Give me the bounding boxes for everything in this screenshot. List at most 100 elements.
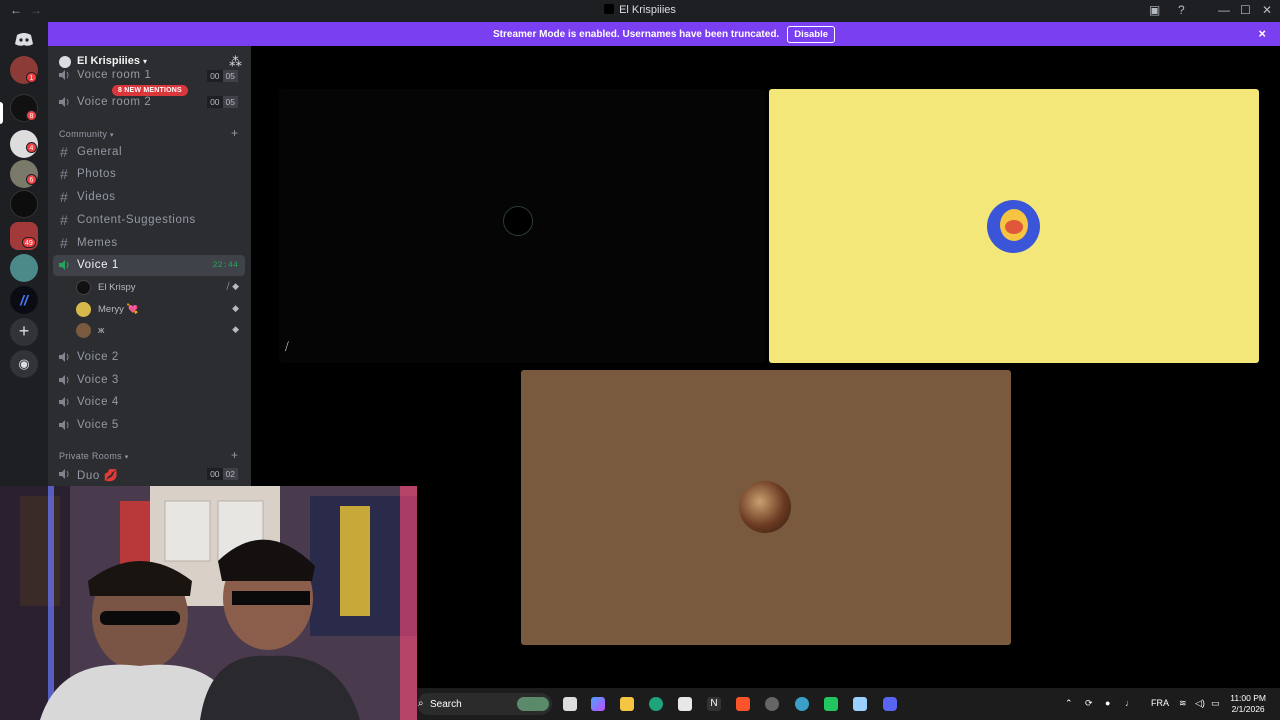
speaker-icon	[59, 397, 69, 407]
store-icon[interactable]	[678, 697, 692, 711]
battery-icon[interactable]: ▭	[1211, 698, 1220, 709]
text-channel[interactable]: # General	[53, 142, 245, 163]
speaker-icon	[59, 352, 69, 362]
category-private-rooms[interactable]: Private Rooms ▾ +	[59, 448, 238, 462]
new-mentions-pill[interactable]: 8 NEW MENTIONS	[112, 85, 188, 96]
server-mini-icon	[604, 4, 615, 14]
minimize-icon[interactable]: —	[1218, 3, 1230, 17]
wifi-icon[interactable]: ≋	[1179, 698, 1187, 709]
task-view-icon[interactable]	[563, 697, 577, 711]
streamer-mode-banner: Streamer Mode is enabled. Usernames have…	[48, 22, 1280, 46]
server-icon-7[interactable]	[10, 254, 38, 282]
invite-people-icon[interactable]: ⁂	[229, 54, 242, 70]
el-krispy-tile[interactable]: ⧸	[279, 89, 765, 363]
voice-member[interactable]: El Krispy ⧸ ◆	[76, 277, 244, 297]
close-banner-icon[interactable]: ×	[1258, 26, 1266, 41]
app-icon[interactable]	[824, 697, 838, 711]
chevron-down-icon: ▾	[143, 57, 148, 66]
speaker-icon	[59, 375, 69, 385]
search-icon: ⌕	[418, 698, 424, 709]
avatar	[987, 200, 1040, 253]
text-channel[interactable]: # Photos	[53, 164, 245, 185]
webcam-overlay	[0, 486, 417, 720]
notion-icon[interactable]: N	[707, 697, 721, 711]
hash-icon: #	[60, 166, 68, 182]
channel-label: Voice room 2	[77, 96, 152, 108]
voice-member[interactable]: ж ◆	[76, 320, 244, 340]
window-titlebar: ←→ El Krispiiies ▣ ? — ☐ ✕	[0, 0, 1280, 22]
channel-label: Voice 2	[77, 351, 119, 363]
speaker-icon	[59, 97, 69, 107]
server-icon-5[interactable]	[10, 190, 38, 218]
inbox-icon[interactable]: ▣	[1149, 3, 1160, 17]
clock-date: 2/1/2026	[1231, 704, 1265, 714]
deafened-icon: ⧸	[285, 341, 289, 353]
search-highlight-icon	[517, 697, 549, 711]
category-community[interactable]: Community ▾ +	[59, 126, 238, 140]
sync-icon[interactable]: ⟳	[1085, 698, 1093, 709]
avatar	[76, 280, 91, 295]
brave-icon[interactable]	[736, 697, 750, 711]
avatar	[503, 206, 533, 236]
text-channel[interactable]: # Memes	[53, 233, 245, 254]
discord-home-icon[interactable]	[10, 26, 38, 54]
taskbar-clock[interactable]: 11:00 PM 2/1/2026	[1230, 693, 1266, 715]
taskbar-search[interactable]: ⌕ Search	[417, 693, 552, 715]
guild-icon	[59, 56, 71, 68]
voice-channel[interactable]: Voice room 1 00 05	[53, 70, 245, 84]
channel-label: Voice 4	[77, 396, 119, 408]
meryy-tile[interactable]	[769, 89, 1259, 363]
chevron-down-icon: ▾	[124, 454, 129, 461]
text-channel[interactable]: # Videos	[53, 187, 245, 208]
voice-channel[interactable]: Voice 5	[53, 415, 245, 436]
clock-time: 11:00 PM	[1230, 693, 1266, 703]
close-window-icon[interactable]: ✕	[1262, 3, 1272, 17]
create-channel-icon[interactable]: +	[231, 126, 238, 140]
speaker-icon	[59, 469, 69, 479]
hash-icon: #	[60, 144, 68, 160]
third-member-tile[interactable]	[521, 370, 1011, 645]
server-icon-8[interactable]: //	[10, 286, 38, 314]
hash-icon: #	[60, 189, 68, 205]
file-explorer-icon[interactable]	[620, 697, 634, 711]
channel-label: Voice 3	[77, 374, 119, 386]
channel-label: Voice 1	[77, 259, 119, 271]
user-limit-counter: 00 05	[207, 96, 238, 108]
app-icon[interactable]	[795, 697, 809, 711]
hash-icon: #	[60, 212, 68, 228]
create-channel-icon[interactable]: +	[231, 448, 238, 462]
edge-icon[interactable]	[649, 697, 663, 711]
server-badge: 6	[26, 174, 37, 185]
disable-button[interactable]: Disable	[787, 25, 835, 43]
speaker-icon	[59, 70, 69, 80]
voice-channel[interactable]: Voice 2	[53, 347, 245, 368]
app-icon[interactable]	[765, 697, 779, 711]
server-badge: 8	[26, 110, 37, 121]
help-icon[interactable]: ?	[1178, 3, 1185, 17]
app-icon[interactable]	[853, 697, 867, 711]
add-server-icon[interactable]: +	[10, 318, 38, 346]
copilot-icon[interactable]	[591, 697, 605, 711]
show-hidden-icons[interactable]: ⌃	[1065, 698, 1073, 709]
tray-app-icon[interactable]: ●	[1105, 698, 1110, 708]
search-label: Search	[430, 699, 462, 710]
voice-channel[interactable]: Voice 4	[53, 392, 245, 413]
discord-taskbar-icon[interactable]	[883, 697, 897, 711]
voice-channel[interactable]: Duo 💋 00 02	[53, 464, 245, 485]
user-limit-counter: 00 05	[207, 70, 238, 82]
avatar	[739, 481, 791, 533]
deafened-and-stream-icons: ⧸ ◆	[226, 281, 239, 291]
maximize-icon[interactable]: ☐	[1240, 3, 1251, 17]
language-indicator[interactable]: FRA	[1151, 698, 1169, 708]
volume-icon[interactable]: ◁)	[1195, 698, 1205, 709]
discover-icon[interactable]: ◉	[10, 350, 38, 378]
active-voice-channel[interactable]: Voice 1 22:44	[53, 255, 245, 276]
microphone-icon[interactable]: ♩	[1125, 698, 1134, 708]
member-name: El Krispy	[98, 282, 136, 293]
user-limit-counter: 00 02	[207, 468, 238, 480]
voice-member[interactable]: Meryy 💘 ◆	[76, 299, 244, 319]
server-badge: 1	[26, 72, 37, 83]
text-channel[interactable]: # Content-Suggestions	[53, 210, 245, 231]
voice-channel[interactable]: Voice 3	[53, 370, 245, 391]
windows-taskbar: ⌕ Search N ⌃ ⟳ ● ♩ FRA ≋ ◁) ▭ 11:00 PM 2…	[417, 688, 1280, 720]
